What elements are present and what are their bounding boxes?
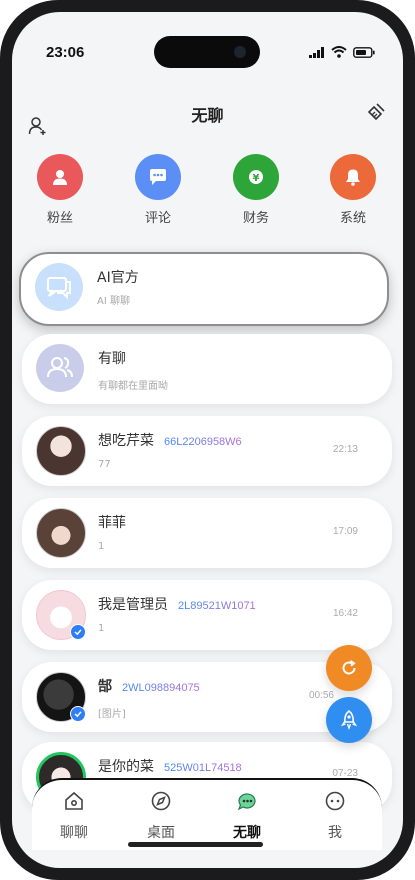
category-label: 粉丝 — [46, 211, 73, 226]
chat-item[interactable]: 想吃芹菜 66L2206958W6 77 22:13 — [22, 416, 392, 486]
chat-name: 菲菲 — [98, 515, 126, 531]
tab-me[interactable]: 我 — [305, 790, 365, 842]
compass-icon — [151, 791, 171, 811]
chat-bubble-icon — [35, 263, 83, 311]
category-label: 评论 — [144, 211, 171, 226]
chat-time: 00:56 — [308, 690, 334, 701]
chat-uid: 2WL098894075 — [122, 682, 200, 694]
tab-desktop[interactable]: 桌面 — [131, 790, 191, 842]
category-label: 系统 — [339, 211, 366, 226]
chat-name: 想吃芹菜 — [98, 433, 154, 449]
add-friend-icon[interactable] — [28, 116, 48, 136]
page-title: 无聊 — [191, 108, 224, 125]
tab-wuliao[interactable]: 无聊 — [217, 790, 277, 842]
chat-uid: 525W01L74518 — [164, 762, 242, 774]
avatar — [36, 426, 86, 476]
chat-time: 22:13 — [332, 444, 358, 455]
chat-preview: 1 — [98, 541, 105, 552]
chat-item-youliao[interactable]: 有聊 有聊都在里面呦 — [22, 334, 392, 404]
dynamic-island — [154, 36, 260, 68]
chat-item-ai-official[interactable]: AI官方 AI 聊聊 — [19, 252, 389, 326]
comment-icon — [135, 154, 181, 200]
bell-icon — [330, 154, 376, 200]
verified-badge-icon — [70, 624, 86, 640]
user-icon — [37, 154, 83, 200]
chat-name: 我是管理员 — [98, 597, 168, 613]
chat-item[interactable]: 我是管理员 2L89521W1071 1 16:42 — [22, 580, 392, 650]
refresh-button[interactable] — [326, 645, 372, 691]
chat-preview: 77 — [98, 459, 111, 470]
chat-name: 有聊 — [98, 351, 126, 367]
home-icon — [65, 791, 83, 810]
camera-dot — [234, 46, 246, 58]
status-icons — [309, 46, 375, 58]
rocket-button[interactable] — [326, 697, 372, 743]
chat-preview: 有聊都在里面呦 — [98, 381, 168, 392]
chat-name-line: 郜 2WL098894075 — [98, 676, 200, 696]
category-finance[interactable]: ¥ 财务 — [226, 154, 286, 226]
category-comments[interactable]: 评论 — [128, 154, 188, 226]
tab-label: 聊聊 — [60, 825, 88, 841]
chat-bubble-active-icon — [237, 793, 256, 811]
chat-name: 是你的菜 — [98, 759, 154, 775]
chat-time: 17:09 — [332, 526, 358, 537]
refresh-icon — [342, 660, 356, 675]
clean-broom-icon[interactable] — [366, 102, 386, 122]
tab-label: 桌面 — [147, 825, 175, 841]
tab-label: 无聊 — [233, 825, 261, 841]
signal-icon — [309, 46, 324, 58]
verified-badge-icon — [70, 706, 86, 722]
home-indicator — [128, 842, 263, 847]
more-dots-icon — [325, 791, 345, 811]
category-label: 财务 — [242, 211, 269, 226]
chat-name: 郜 — [98, 679, 112, 695]
avatar — [36, 508, 86, 558]
group-icon — [36, 344, 84, 392]
wifi-icon — [331, 46, 347, 58]
chat-time: 16:42 — [332, 608, 358, 619]
screen: 23:06 无聊 粉丝 评论 ¥ 财务 系统 AI官方 AI 聊聊 有聊 有聊都… — [12, 12, 403, 868]
chat-preview: [图片] — [98, 709, 126, 720]
chat-preview: 1 — [98, 623, 105, 634]
rocket-icon — [341, 710, 357, 730]
chat-name-line: 想吃芹菜 66L2206958W6 — [98, 430, 242, 450]
category-system[interactable]: 系统 — [323, 154, 383, 226]
chat-item[interactable]: 菲菲 1 17:09 — [22, 498, 392, 568]
status-time: 23:06 — [46, 44, 85, 61]
svg-text:¥: ¥ — [253, 173, 260, 184]
chat-name-line: 我是管理员 2L89521W1071 — [98, 594, 256, 614]
tab-label: 我 — [328, 825, 342, 841]
phone-frame: 23:06 无聊 粉丝 评论 ¥ 财务 系统 AI官方 AI 聊聊 有聊 有聊都… — [0, 0, 415, 880]
chat-preview: AI 聊聊 — [97, 296, 130, 307]
tab-chat[interactable]: 聊聊 — [44, 790, 104, 842]
chat-uid: 66L2206958W6 — [164, 436, 242, 448]
battery-icon — [353, 46, 375, 58]
chat-name-line: 是你的菜 525W01L74518 — [98, 756, 242, 776]
category-fans[interactable]: 粉丝 — [30, 154, 90, 226]
chat-name: AI官方 — [97, 270, 139, 286]
yen-icon: ¥ — [233, 154, 279, 200]
tab-bar: 聊聊 桌面 无聊 我 — [32, 778, 382, 850]
chat-uid: 2L89521W1071 — [178, 600, 256, 612]
